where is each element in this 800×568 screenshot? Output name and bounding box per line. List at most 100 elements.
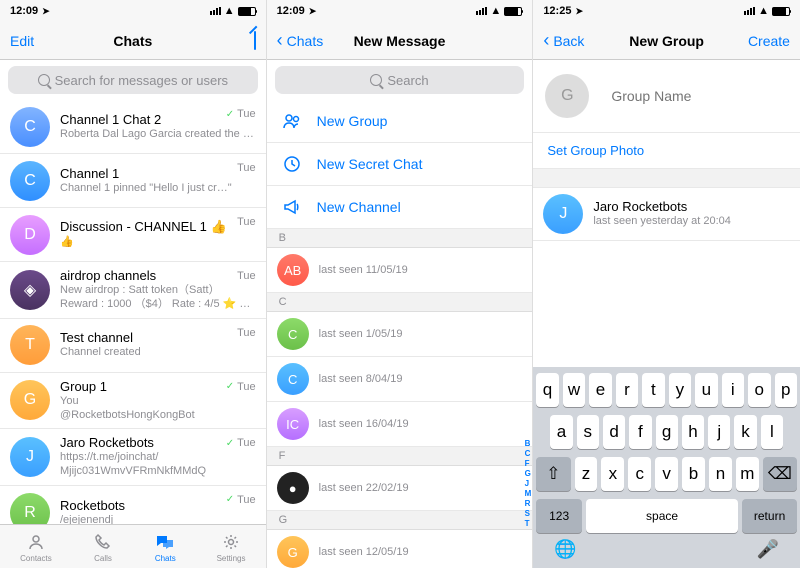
compose-icon	[254, 31, 256, 50]
chat-date: ✓Tue	[226, 437, 256, 449]
contact-status: last seen 11/05/19	[319, 264, 408, 276]
calls-icon	[92, 531, 114, 553]
key-u[interactable]: u	[695, 373, 717, 407]
compose-button[interactable]	[254, 32, 256, 50]
backspace-key[interactable]: ⌫	[763, 457, 797, 491]
chat-preview: New airdrop : Satt token（Satt）	[60, 283, 256, 297]
contacts-tab[interactable]: Contacts	[20, 531, 52, 563]
chat-row[interactable]: ◈ airdrop channels New airdrop : Satt to…	[0, 262, 266, 319]
new-group-option[interactable]: New Group	[267, 100, 533, 143]
option-label: New Group	[317, 113, 388, 129]
shift-key[interactable]: ⇧	[536, 457, 570, 491]
contact-row[interactable]: ● last seen 22/02/19	[267, 466, 533, 511]
nav-bar: ‹Chats New Message	[267, 22, 533, 60]
alpha-letter[interactable]: B	[525, 439, 532, 448]
alpha-letter[interactable]: R	[525, 499, 532, 508]
contact-status: last seen 12/05/19	[319, 546, 409, 558]
chats-tab[interactable]: Chats	[154, 531, 176, 563]
search-bar[interactable]: Search	[275, 66, 525, 94]
new-secret-chat-option[interactable]: New Secret Chat	[267, 143, 533, 186]
calls-tab[interactable]: Calls	[92, 531, 114, 563]
member-row[interactable]: J Jaro Rocketbots last seen yesterday at…	[533, 187, 800, 241]
chats-icon	[154, 531, 176, 553]
chat-avatar: D	[10, 215, 50, 255]
key-l[interactable]: l	[761, 415, 783, 449]
key-g[interactable]: g	[656, 415, 678, 449]
key-m[interactable]: m	[736, 457, 759, 491]
section-header: C	[267, 293, 533, 312]
chat-preview2: @RocketbotsHongKongBot	[60, 408, 256, 422]
chat-row[interactable]: C Channel 1 Chat 2 Roberta Dal Lago Garc…	[0, 100, 266, 154]
tab-bar: Contacts Calls Chats Settings	[0, 524, 266, 568]
return-key[interactable]: return	[742, 499, 797, 533]
key-p[interactable]: p	[775, 373, 797, 407]
wifi-icon: ▲	[758, 5, 769, 17]
key-t[interactable]: t	[642, 373, 664, 407]
key-h[interactable]: h	[682, 415, 704, 449]
channel-icon	[281, 196, 303, 218]
chat-avatar: G	[10, 380, 50, 420]
check-icon: ✓	[226, 109, 234, 120]
alpha-letter[interactable]: S	[525, 509, 532, 518]
key-n[interactable]: n	[709, 457, 732, 491]
contact-row[interactable]: C last seen 8/04/19	[267, 357, 533, 402]
tab-label: Calls	[94, 554, 112, 563]
mic-key[interactable]: 🎤	[757, 539, 779, 560]
contact-row[interactable]: AB last seen 11/05/19	[267, 248, 533, 293]
section-header: G	[267, 511, 533, 530]
key-r[interactable]: r	[616, 373, 638, 407]
key-j[interactable]: j	[708, 415, 730, 449]
key-y[interactable]: y	[669, 373, 691, 407]
key-e[interactable]: e	[589, 373, 611, 407]
chat-row[interactable]: R Rocketbots /ejejenendj ✓Tue	[0, 486, 266, 524]
back-button[interactable]: ‹Back	[543, 30, 584, 51]
key-d[interactable]: d	[603, 415, 625, 449]
alpha-letter[interactable]: C	[525, 449, 532, 458]
alpha-letter[interactable]: F	[525, 459, 532, 468]
contact-row[interactable]: G last seen 12/05/19	[267, 530, 533, 568]
alpha-letter[interactable]: M	[525, 489, 532, 498]
edit-button[interactable]: Edit	[10, 33, 34, 49]
key-s[interactable]: s	[577, 415, 599, 449]
alpha-letter[interactable]: T	[525, 519, 532, 528]
chat-row[interactable]: J Jaro Rocketbots https://t.me/joinchat/…	[0, 429, 266, 486]
key-q[interactable]: q	[536, 373, 558, 407]
chat-row[interactable]: C Channel 1 Channel 1 pinned "Hello I ju…	[0, 154, 266, 208]
space-key[interactable]: space	[586, 499, 738, 533]
group-avatar[interactable]: G	[545, 74, 589, 118]
key-v[interactable]: v	[655, 457, 678, 491]
create-button[interactable]: Create	[748, 33, 790, 49]
chat-row[interactable]: T Test channel Channel created Tue	[0, 319, 266, 373]
numbers-key[interactable]: 123	[536, 499, 582, 533]
chat-row[interactable]: D Discussion - CHANNEL 1 👍 👍 Tue	[0, 208, 266, 262]
set-photo-button[interactable]: Set Group Photo	[533, 132, 800, 169]
search-bar[interactable]: Search for messages or users	[8, 66, 258, 94]
key-z[interactable]: z	[575, 457, 598, 491]
group-header: G	[533, 60, 800, 132]
key-w[interactable]: w	[563, 373, 585, 407]
key-b[interactable]: b	[682, 457, 705, 491]
contact-row[interactable]: C last seen 1/05/19	[267, 312, 533, 357]
option-label: New Channel	[317, 199, 401, 215]
key-a[interactable]: a	[550, 415, 572, 449]
signal-icon	[744, 7, 755, 15]
key-i[interactable]: i	[722, 373, 744, 407]
tab-label: Settings	[217, 554, 246, 563]
settings-tab[interactable]: Settings	[217, 531, 246, 563]
key-x[interactable]: x	[601, 457, 624, 491]
key-f[interactable]: f	[629, 415, 651, 449]
alpha-letter[interactable]: G	[525, 469, 532, 478]
chat-date: Tue	[237, 327, 256, 339]
key-o[interactable]: o	[748, 373, 770, 407]
check-icon: ✓	[226, 438, 234, 449]
chat-row[interactable]: G Group 1 You @RocketbotsHongKongBot ✓Tu…	[0, 373, 266, 430]
contact-row[interactable]: IC last seen 16/04/19	[267, 402, 533, 447]
group-name-input[interactable]	[611, 88, 792, 104]
alpha-index[interactable]: BCFGJMRST	[525, 439, 532, 528]
back-button[interactable]: ‹Chats	[277, 30, 324, 51]
globe-key[interactable]: 🌐	[554, 539, 576, 560]
alpha-letter[interactable]: J	[525, 479, 532, 488]
new-channel-option[interactable]: New Channel	[267, 186, 533, 229]
key-c[interactable]: c	[628, 457, 651, 491]
key-k[interactable]: k	[734, 415, 756, 449]
